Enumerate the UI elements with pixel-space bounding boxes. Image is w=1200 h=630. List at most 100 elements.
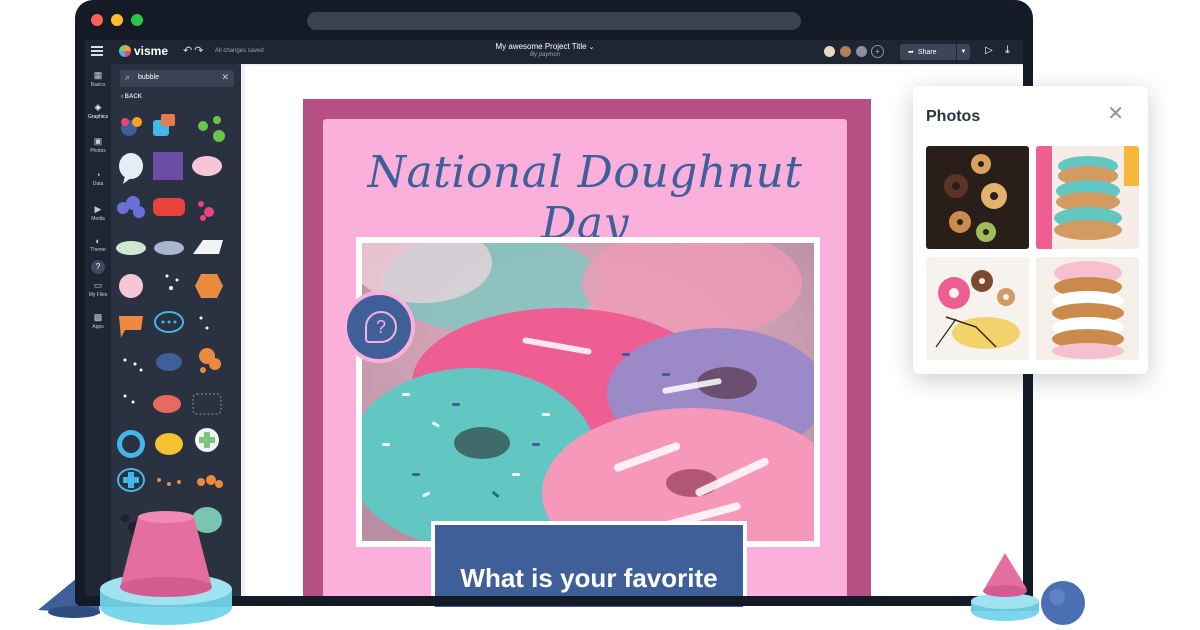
rail-label: Basics — [90, 82, 106, 88]
rail-label: Apps — [92, 324, 104, 330]
rail-item-media[interactable]: ▶ Media — [85, 204, 111, 222]
photo-thumbnail-image — [926, 257, 1029, 360]
graphic-item[interactable] — [123, 358, 143, 372]
undo-redo-icon[interactable]: ↶↷ — [183, 44, 205, 57]
graphic-item[interactable] — [116, 241, 146, 255]
graphic-item[interactable] — [153, 114, 175, 136]
photos-popup-title: Photos — [926, 108, 981, 125]
help-button[interactable]: ? — [91, 260, 105, 274]
doughnut-photo — [362, 243, 814, 541]
rail-label: Media — [91, 216, 105, 222]
project-title[interactable]: My awesome Project Title — [495, 42, 586, 51]
graphic-item[interactable] — [117, 468, 145, 492]
download-icon[interactable]: ⤓ — [1005, 44, 1010, 57]
logo-mark-icon — [119, 45, 131, 57]
rail-item-graphics[interactable]: ◈ Graphics — [85, 102, 111, 120]
graphic-item[interactable] — [197, 475, 223, 488]
graphic-item[interactable] — [119, 274, 143, 298]
editor-topbar: visme ↶↷ All changes saved My awesome Pr… — [85, 40, 1023, 64]
clear-search-icon[interactable]: ✕ — [221, 72, 229, 83]
poster-inner: National Doughnut Day ? What is your fav… — [323, 119, 847, 611]
poster-title[interactable]: National Doughnut Day — [323, 147, 847, 249]
photos-icon: ▣ — [93, 136, 103, 146]
photo-thumbnail[interactable] — [926, 257, 1029, 360]
rail-item-apps[interactable]: ▩ Apps — [85, 312, 111, 330]
decor-pedestal-left — [100, 511, 232, 625]
graphic-item[interactable] — [117, 430, 145, 458]
rail-item-data[interactable]: ◔ Data — [85, 170, 111, 187]
graphic-item[interactable] — [165, 274, 179, 291]
rail-item-photos[interactable]: ▣ Photos — [85, 136, 111, 154]
basics-icon: ▦ — [93, 70, 103, 80]
avatar[interactable] — [823, 45, 836, 58]
graphic-item[interactable] — [199, 316, 209, 330]
photo-thumbnail[interactable] — [1036, 257, 1139, 360]
photos-popup: Photos ✕ — [913, 86, 1148, 374]
graphic-item[interactable] — [154, 311, 184, 333]
chevron-down-icon[interactable]: ⌄ — [589, 44, 595, 51]
play-icon[interactable]: ▷ — [985, 45, 993, 56]
graphic-item[interactable] — [123, 394, 135, 404]
graphic-item[interactable] — [157, 478, 181, 486]
close-window-button[interactable] — [91, 14, 103, 26]
decor-shapes-right — [971, 553, 1085, 625]
back-link[interactable]: ‹ BACK — [121, 94, 142, 100]
graphic-item[interactable] — [119, 153, 143, 184]
menu-icon[interactable] — [91, 46, 103, 56]
maximize-window-button[interactable] — [131, 14, 143, 26]
photo-thumbnail[interactable] — [926, 146, 1029, 249]
graphic-item[interactable] — [156, 353, 182, 371]
graphic-item[interactable] — [117, 196, 145, 218]
photo-thumbnail[interactable] — [1036, 146, 1139, 249]
graphic-item[interactable] — [198, 116, 225, 142]
rail-label: My Files — [88, 292, 108, 298]
search-icon: ⌕ — [125, 72, 131, 82]
theme-icon: ◐ — [95, 236, 101, 246]
question-mark-icon: ? — [365, 311, 397, 343]
collaborators: + — [823, 45, 884, 58]
rail-item-my-files[interactable]: ▭ My Files — [85, 280, 111, 298]
doughnut-photo-image — [362, 243, 814, 541]
rail-item-basics[interactable]: ▦ Basics — [85, 70, 111, 88]
graphic-item[interactable] — [199, 348, 221, 373]
brand-logo[interactable]: visme — [119, 44, 168, 58]
address-bar[interactable] — [307, 12, 801, 30]
graphic-item[interactable] — [153, 152, 183, 180]
share-label: Share — [917, 48, 937, 56]
question-text[interactable]: What is your favorite — [435, 525, 743, 607]
data-icon: ◔ — [95, 170, 101, 180]
search-value: bubble — [138, 74, 160, 81]
save-status: All changes saved — [215, 48, 264, 54]
stage: visme ↶↷ All changes saved My awesome Pr… — [0, 0, 1200, 630]
graphic-item[interactable] — [192, 156, 222, 176]
avatar[interactable] — [855, 45, 868, 58]
question-callout[interactable]: ? — [343, 291, 415, 363]
project-title-area[interactable]: My awesome Project Title ⌄ By paymon — [475, 42, 615, 58]
graphic-item[interactable] — [195, 274, 223, 298]
graphic-item[interactable] — [155, 433, 183, 455]
graphic-item[interactable] — [154, 241, 184, 255]
graphic-item[interactable] — [153, 395, 181, 413]
rail-label: Photos — [90, 148, 106, 154]
graphic-item[interactable] — [153, 198, 185, 216]
close-icon[interactable]: ✕ — [1107, 104, 1124, 124]
rail-label: Theme — [90, 247, 106, 253]
add-collaborator-icon[interactable]: + — [871, 45, 884, 58]
rail-item-theme[interactable]: ◐ Theme — [85, 236, 111, 253]
graphic-item[interactable] — [193, 240, 223, 254]
avatar[interactable] — [839, 45, 852, 58]
graphic-item[interactable] — [192, 393, 222, 415]
share-button[interactable]: ➦ Share ▼ — [900, 44, 970, 60]
graphic-item[interactable] — [121, 117, 142, 136]
graphic-item[interactable] — [195, 428, 219, 452]
graphic-item[interactable] — [119, 316, 143, 338]
poster-design[interactable]: National Doughnut Day ? What is your fav… — [303, 99, 871, 611]
graphics-search-input[interactable]: ⌕ bubble ✕ — [120, 70, 234, 87]
graphic-item[interactable] — [198, 201, 214, 221]
poster-photo-frame[interactable] — [356, 237, 820, 547]
minimize-window-button[interactable] — [111, 14, 123, 26]
share-chevron-down-icon[interactable]: ▼ — [956, 44, 970, 60]
back-label: BACK — [124, 94, 143, 100]
project-byline: By paymon — [529, 52, 560, 58]
my-files-icon: ▭ — [93, 280, 103, 290]
